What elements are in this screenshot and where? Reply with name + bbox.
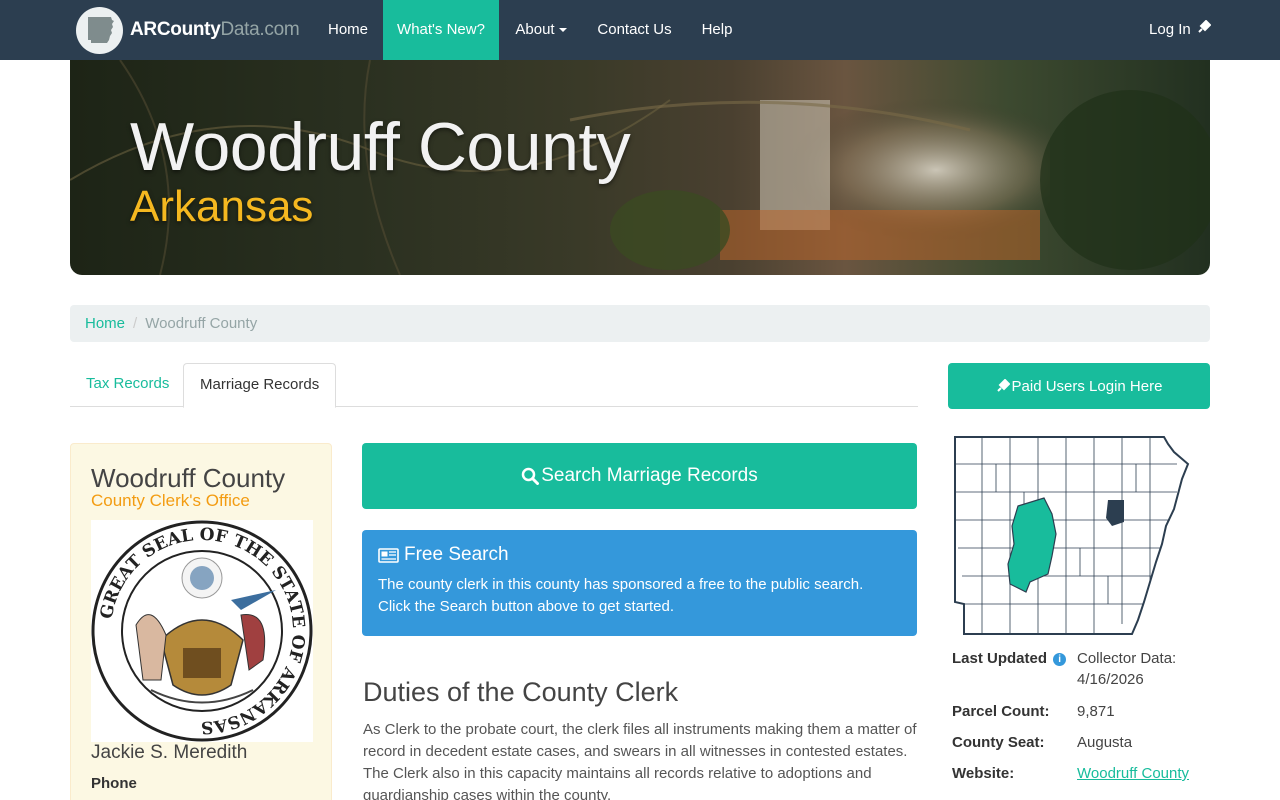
- login-label: Log In: [1149, 21, 1191, 38]
- brand-logo-link[interactable]: ARCountyData.com: [76, 6, 300, 54]
- website-label: Website:: [952, 765, 1015, 782]
- free-search-heading: Free Search: [378, 544, 901, 566]
- nav-help[interactable]: Help: [687, 0, 747, 60]
- arkansas-county-map: [954, 436, 1190, 635]
- tab-tax-records[interactable]: Tax Records: [70, 363, 185, 407]
- search-marriage-records-button[interactable]: Search Marriage Records: [362, 443, 917, 509]
- arkansas-state-seal-image: GREAT SEAL OF THE STATE OF ARKANSAS: [91, 520, 313, 742]
- breadcrumb-current: Woodruff County: [145, 315, 258, 332]
- nav-contact-us[interactable]: Contact Us: [583, 0, 686, 60]
- search-icon: [521, 467, 540, 485]
- hero-subtitle: Arkansas: [130, 182, 314, 231]
- records-tabs: Tax Records Marriage Records: [70, 363, 918, 408]
- caret-down-icon: [558, 28, 567, 33]
- free-search-title: Free Search: [404, 544, 509, 565]
- county-hero-banner: Woodruff County Arkansas: [70, 60, 1210, 275]
- search-button-label: Search Marriage Records: [541, 465, 758, 486]
- free-search-alert: Free Search The county clerk in this cou…: [362, 530, 917, 636]
- paid-login-label: Paid Users Login Here: [1011, 377, 1163, 395]
- free-search-line-2: Click the Search button above to get sta…: [378, 598, 675, 615]
- last-updated-label: Last Updated i: [952, 650, 1067, 667]
- top-navbar: ARCountyData.com Home What's New? About …: [0, 0, 1280, 60]
- breadcrumb: Home / Woodruff County: [70, 305, 1210, 342]
- free-search-line-1: The county clerk in this county has spon…: [378, 576, 864, 593]
- nav-about-dropdown[interactable]: About: [500, 0, 582, 60]
- county-seat-label: County Seat:: [952, 734, 1045, 751]
- plug-icon: [996, 379, 1010, 393]
- nav-about-label: About: [515, 21, 555, 38]
- clerk-phone-label: Phone: [91, 775, 137, 792]
- paid-users-login-button[interactable]: Paid Users Login Here: [948, 363, 1210, 409]
- breadcrumb-home[interactable]: Home: [85, 315, 125, 332]
- arkansas-state-icon: [76, 6, 123, 54]
- county-seat-value: Augusta: [1077, 734, 1133, 751]
- clerk-county-name: Woodruff County: [91, 463, 286, 493]
- county-website-link[interactable]: Woodruff County: [1077, 765, 1189, 782]
- clerk-office-title: County Clerk's Office: [91, 491, 250, 510]
- hero-title: Woodruff County: [130, 109, 631, 185]
- last-updated-value: Collector Data: 4/16/2026: [1077, 648, 1176, 690]
- duties-paragraph: As Clerk to the probate court, the clerk…: [363, 721, 917, 800]
- free-search-description: The county clerk in this county has spon…: [378, 574, 901, 618]
- last-updated-value-line-2: 4/16/2026: [1077, 671, 1144, 688]
- nav-whats-new[interactable]: What's New?: [383, 0, 499, 60]
- info-icon[interactable]: i: [1053, 652, 1067, 666]
- tab-marriage-records[interactable]: Marriage Records: [183, 363, 337, 408]
- parcel-count-label: Parcel Count:: [952, 703, 1050, 720]
- plug-icon: [1197, 0, 1212, 60]
- nav-login[interactable]: Log In: [1140, 0, 1220, 60]
- last-updated-label-text: Last Updated: [952, 650, 1048, 667]
- duties-heading: Duties of the County Clerk: [363, 677, 679, 707]
- county-clerk-card: Woodruff County County Clerk's Office GR…: [70, 443, 332, 800]
- parcel-count-value: 9,871: [1077, 703, 1115, 720]
- clerk-name: Jackie S. Meredith: [91, 742, 248, 763]
- newspaper-icon: [378, 547, 399, 563]
- breadcrumb-separator: /: [133, 315, 138, 332]
- last-updated-value-line-1: Collector Data:: [1077, 650, 1177, 667]
- nav-home[interactable]: Home: [314, 0, 382, 60]
- brand-name: ARCountyData.com: [130, 19, 300, 40]
- website-value: Woodruff County: [1077, 763, 1189, 784]
